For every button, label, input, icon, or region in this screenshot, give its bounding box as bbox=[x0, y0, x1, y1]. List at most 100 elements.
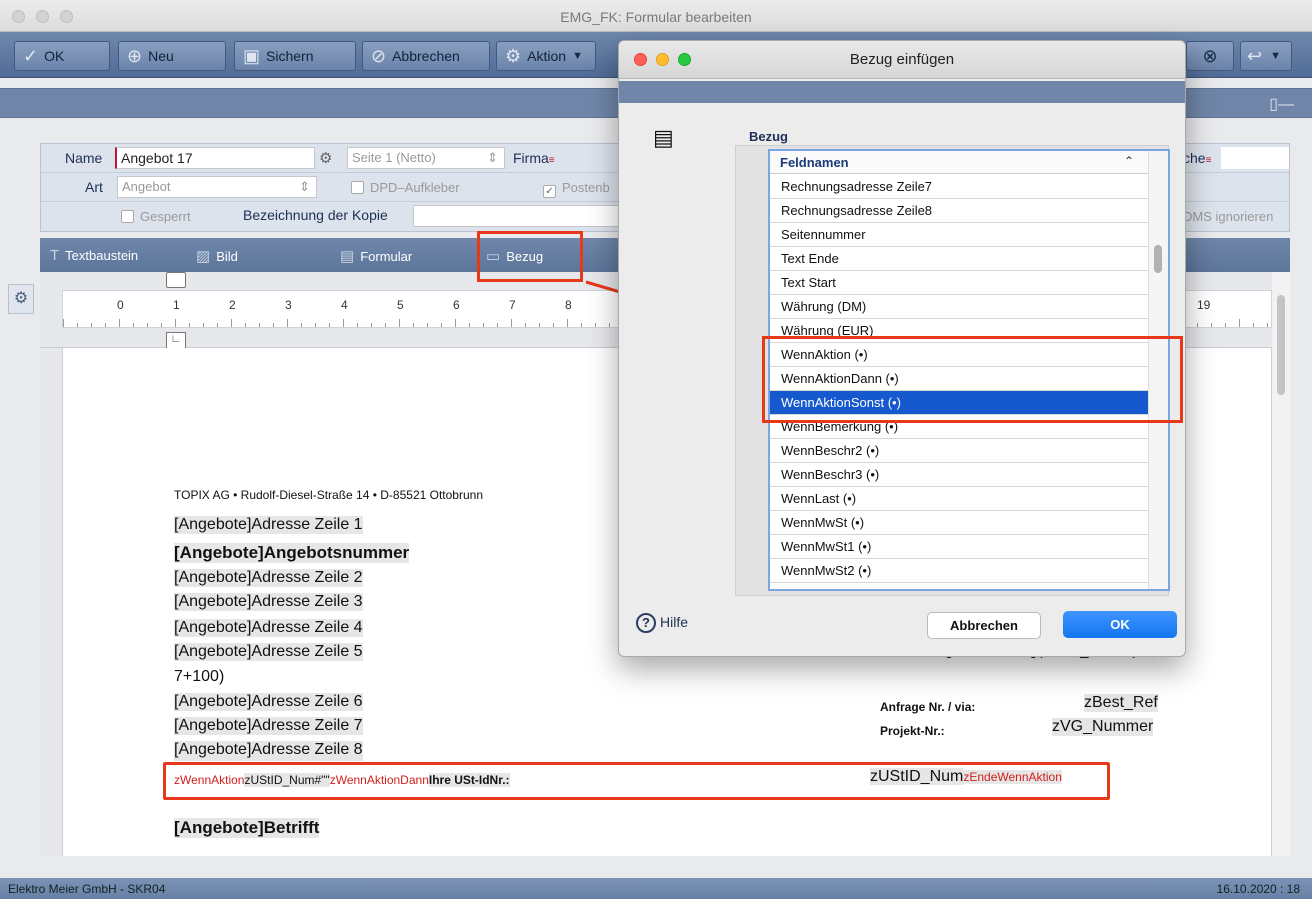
dms-ignore-label: DMS ignorieren bbox=[1183, 209, 1274, 224]
name-label: Name bbox=[65, 150, 103, 166]
window-title-bar: EMG_FK: Formular bearbeiten bbox=[0, 0, 1312, 32]
highlight-bezug-button bbox=[477, 231, 583, 282]
help-button[interactable]: ? Hilfe bbox=[636, 613, 688, 633]
ruler-tick bbox=[77, 323, 78, 327]
highlight-conditional-line bbox=[163, 762, 1110, 800]
gear-icon[interactable]: ⚙ bbox=[319, 149, 332, 167]
ruler-tick bbox=[189, 323, 190, 327]
ruler-number: 6 bbox=[453, 298, 460, 312]
address-line-5-cont: 7+100) bbox=[174, 668, 225, 685]
tab-stop-marker[interactable] bbox=[166, 272, 186, 288]
list-item[interactable]: WennMwSt1 (•) bbox=[770, 535, 1148, 559]
seite-select[interactable]: Seite 1 (Netto) ⇕ bbox=[347, 147, 505, 169]
ruler-tick bbox=[315, 323, 316, 327]
ruler-number: 4 bbox=[341, 298, 348, 312]
ruler-tick bbox=[217, 323, 218, 327]
list-scroll-thumb[interactable] bbox=[1154, 245, 1162, 273]
suche-input[interactable] bbox=[1221, 147, 1289, 169]
ruler-number: 8 bbox=[565, 298, 572, 312]
cancel-circle-icon: ⊘ bbox=[371, 45, 387, 66]
address-line-2: [Angebote]Adresse Zeile 2 bbox=[174, 569, 363, 587]
list-item[interactable]: Währung (DM) bbox=[770, 295, 1148, 319]
ruler-tick bbox=[357, 323, 358, 327]
question-icon: ? bbox=[636, 613, 656, 633]
list-item[interactable]: WennMwSt (•) bbox=[770, 511, 1148, 535]
ruler-tick bbox=[259, 323, 260, 327]
ruler-tick bbox=[1267, 323, 1268, 327]
projekt-value: zVG_Nummer bbox=[1052, 718, 1154, 736]
ruler-tick bbox=[343, 319, 344, 327]
image-icon: ▨ bbox=[196, 248, 211, 265]
ruler-tick bbox=[413, 323, 414, 327]
chevron-down-icon: ▼ bbox=[1270, 50, 1281, 62]
clear-circle-icon: ⊗ bbox=[1202, 45, 1218, 66]
formular-button[interactable]: ▤ Formular bbox=[340, 247, 412, 265]
dialog-ok-button[interactable]: OK bbox=[1063, 611, 1177, 638]
anfrage-nr-value: zBest_Ref bbox=[1084, 694, 1158, 712]
required-icon: ≡ bbox=[548, 155, 555, 166]
ruler-tick bbox=[287, 319, 288, 327]
kopie-input[interactable] bbox=[413, 205, 619, 227]
ruler-tick bbox=[469, 323, 470, 327]
new-button[interactable]: ⊕ Neu bbox=[118, 41, 226, 71]
chevron-down-icon: ▼ bbox=[572, 50, 583, 62]
panel-toggle-icon[interactable]: ▯— bbox=[1269, 94, 1294, 114]
dialog-cancel-button[interactable]: Abbrechen bbox=[927, 612, 1041, 639]
ruler-tick bbox=[483, 323, 484, 327]
ruler-tick bbox=[1225, 323, 1226, 327]
anfrage-nr-label: Anfrage Nr. / via: bbox=[880, 700, 976, 714]
suche-label: che≡ bbox=[1183, 150, 1212, 166]
bezug-label: Bezug bbox=[749, 129, 788, 144]
form-icon: ▤ bbox=[340, 248, 355, 265]
ruler-number: 0 bbox=[117, 298, 124, 312]
ruler-tick bbox=[427, 323, 428, 327]
save-button[interactable]: ▣ Sichern bbox=[234, 41, 356, 71]
ruler-tick bbox=[553, 323, 554, 327]
ruler-tick bbox=[175, 319, 176, 327]
date-status: 16.10.2020 : 18 bbox=[1216, 882, 1300, 896]
ruler-tick bbox=[161, 323, 162, 327]
ruler-tick bbox=[511, 319, 512, 327]
ok-button[interactable]: ✓ OK bbox=[14, 41, 110, 71]
list-item[interactable]: Rechnungsadresse Zeile7 bbox=[770, 175, 1148, 199]
ruler-tick bbox=[1239, 319, 1240, 327]
side-gear-icon[interactable]: ⚙ bbox=[8, 284, 34, 314]
art-select[interactable]: Angebot ⇕ bbox=[117, 176, 317, 198]
bild-button[interactable]: ▨ Bild bbox=[196, 247, 238, 265]
ruler-tick bbox=[91, 323, 92, 327]
window-title: EMG_FK: Formular bearbeiten bbox=[560, 9, 752, 25]
betrifft-line: [Angebote]Betrifft bbox=[174, 818, 320, 838]
ruler-tick bbox=[1211, 323, 1212, 327]
posten-checkbox[interactable]: ✓ Postenb bbox=[543, 180, 610, 198]
address-line-1: [Angebote]Adresse Zeile 1 bbox=[174, 516, 363, 534]
projekt-label: Projekt-Nr.: bbox=[880, 724, 945, 738]
action-button[interactable]: ⚙ Aktion ▼ bbox=[496, 41, 596, 71]
back-menu-button[interactable]: ↩ ▼ bbox=[1240, 41, 1292, 71]
ruler-number: 2 bbox=[229, 298, 236, 312]
address-line-5: [Angebote]Adresse Zeile 5 bbox=[174, 643, 363, 661]
list-item[interactable]: Text Ende bbox=[770, 247, 1148, 271]
ruler-tick bbox=[147, 323, 148, 327]
cancel-toolbar-button[interactable]: ⊘ Abbrechen bbox=[362, 41, 490, 71]
list-item[interactable]: WennBeschr3 (•) bbox=[770, 463, 1148, 487]
updown-icon: ⇕ bbox=[487, 150, 498, 165]
address-line-6: [Angebote]Adresse Zeile 6 bbox=[174, 693, 363, 711]
ruler-tick bbox=[119, 319, 120, 327]
ruler-tick bbox=[539, 323, 540, 327]
list-item[interactable]: Text Start bbox=[770, 271, 1148, 295]
gesperrt-checkbox[interactable]: Gesperrt bbox=[121, 209, 191, 224]
clear-button[interactable]: ⊗ bbox=[1186, 41, 1234, 71]
name-input[interactable]: Angebot 17 bbox=[115, 147, 315, 169]
list-item[interactable]: Rechnungsadresse Zeile8 bbox=[770, 199, 1148, 223]
address-line-4: [Angebote]Adresse Zeile 4 bbox=[174, 619, 363, 637]
textbaustein-button[interactable]: T Textbaustein bbox=[50, 247, 138, 264]
list-item[interactable]: WennMwSt2 (•) bbox=[770, 559, 1148, 583]
list-item[interactable]: Seitennummer bbox=[770, 223, 1148, 247]
ruler-tick bbox=[441, 323, 442, 327]
list-item[interactable]: WennBeschr2 (•) bbox=[770, 439, 1148, 463]
list-item[interactable]: WennLast (•) bbox=[770, 487, 1148, 511]
dpd-checkbox[interactable]: DPD–Aufkleber bbox=[351, 180, 460, 195]
document-scroll-thumb[interactable] bbox=[1277, 295, 1285, 395]
list-header[interactable]: Feldnamen ⌃ bbox=[770, 151, 1148, 174]
checkmark-icon: ✓ bbox=[23, 45, 39, 66]
